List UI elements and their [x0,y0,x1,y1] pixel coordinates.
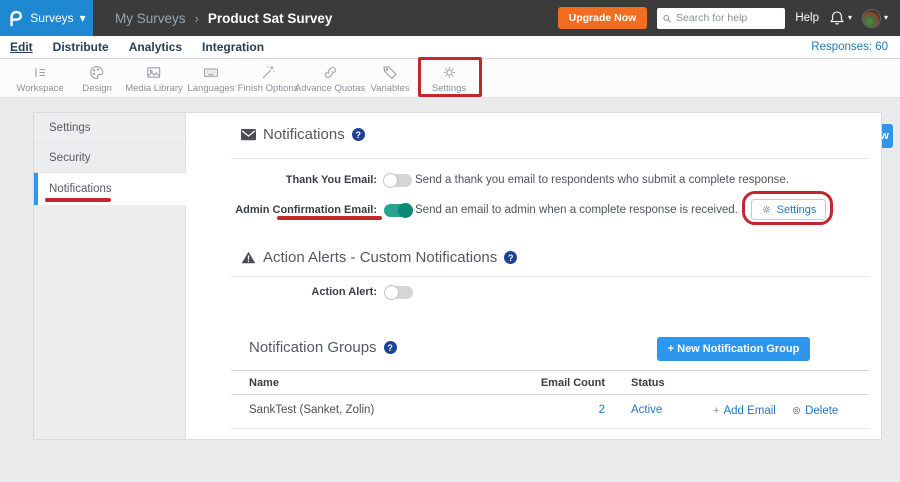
breadcrumb: My Surveys › Product Sat Survey [115,11,332,26]
group-status-link[interactable]: Active [631,404,662,416]
divider [231,158,869,159]
gear-icon [761,204,772,215]
help-question-icon[interactable]: ? [504,251,517,264]
help-question-icon[interactable]: ? [384,341,397,354]
envelope-icon [241,129,256,141]
group-row-actions: + Add Email ⊗ Delete [713,404,838,417]
workspace-icon [32,64,49,81]
circle-x-icon: ⊗ [792,404,801,417]
tab-distribute[interactable]: Distribute [53,40,109,54]
tab-integration[interactable]: Integration [202,40,264,54]
table-top-border [231,370,869,371]
thank-you-email-description: Send a thank you email to respondents wh… [415,174,789,186]
tab-analytics[interactable]: Analytics [129,40,182,54]
tab-edit[interactable]: Edit [10,40,33,54]
delete-link[interactable]: Delete [805,405,838,417]
group-name-cell: SankTest (Sanket, Zolin) [249,404,374,416]
warning-triangle-icon [241,251,256,264]
group-email-count-link[interactable]: 2 [526,404,605,416]
admin-email-settings-label: Settings [777,204,817,216]
column-header-name: Name [249,377,279,389]
responses-count[interactable]: Responses: 60 [811,41,900,53]
notification-groups-section-header: Notification Groups ? [249,339,397,356]
toolbar-item-design[interactable]: Design [82,64,112,94]
toolbar-item-workspace[interactable]: Workspace [16,64,63,94]
notification-groups-section-title: Notification Groups [249,339,377,356]
help-search-input[interactable] [676,12,780,24]
admin-confirmation-email-toggle[interactable] [384,204,412,217]
advance-quotas-icon [322,64,339,81]
notifications-bell-button[interactable]: ▾ [829,10,852,26]
topbar-right: Upgrade Now Help ▾ ▾ [558,7,900,29]
action-alerts-section-title: Action Alerts - Custom Notifications [263,249,497,266]
topbar: Surveys ▾ My Surveys › Product Sat Surve… [0,0,900,36]
product-switcher-surveys[interactable]: Surveys ▾ [0,0,93,36]
upgrade-now-button[interactable]: Upgrade Now [558,7,648,29]
languages-icon [203,64,220,81]
search-icon [662,13,672,24]
action-alerts-section-header: Action Alerts - Custom Notifications ? [241,249,517,266]
design-icon [88,64,105,81]
toolbar-item-languages[interactable]: Languages [187,64,234,94]
help-question-icon[interactable]: ? [352,128,365,141]
media-library-icon [146,64,163,81]
settings-sidebar: Settings Security Notifications [34,113,186,439]
questionpro-logo-icon [7,10,24,27]
admin-email-settings-button[interactable]: Settings [751,199,826,220]
thank-you-email-toggle[interactable] [384,174,412,187]
toolbar-item-finish-options[interactable]: Finish Options [238,64,299,94]
questionpro-settings-page: Surveys ▾ My Surveys › Product Sat Surve… [0,0,900,482]
caret-down-icon: ▾ [80,12,86,24]
sidebar-item-notifications[interactable]: Notifications [34,173,187,205]
breadcrumb-my-surveys[interactable]: My Surveys [115,11,186,26]
sidebar-item-security[interactable]: Security [34,143,186,173]
admin-confirmation-email-label: Admin Confirmation Email: [194,204,377,216]
avatar [862,9,881,28]
toggle-knob [384,285,399,300]
bell-icon [829,10,845,26]
admin-confirmation-email-description: Send an email to admin when a complete r… [415,204,738,216]
breadcrumb-separator-icon: › [195,11,199,26]
help-search [657,8,785,29]
column-header-status: Status [631,377,665,389]
survey-nav: Edit Distribute Analytics Integration Re… [0,36,900,59]
settings-card: Settings Security Notifications Notifica… [33,112,882,440]
edit-toolbar: Workspace Design Media Library Languages… [0,59,900,98]
notifications-section-header: Notifications ? [241,126,365,143]
toolbar-item-media-library[interactable]: Media Library [125,64,183,94]
caret-down-icon: ▾ [884,14,888,22]
column-header-email-count: Email Count [526,377,605,389]
account-menu-button[interactable]: ▾ [862,9,888,28]
toolbar-item-advance-quotas[interactable]: Advance Quotas [295,64,365,94]
toggle-knob [398,203,413,218]
table-header-divider [231,394,869,395]
product-switcher-label: Surveys [30,11,73,25]
table-bottom-border [231,428,869,429]
notifications-section-title: Notifications [263,126,345,143]
toolbar-item-variables[interactable]: Variables [371,64,410,94]
variables-icon [382,64,399,81]
caret-down-icon: ▾ [848,14,852,22]
divider [231,276,869,277]
new-notification-group-button[interactable]: + New Notification Group [657,337,810,361]
plus-icon: + [713,405,719,417]
breadcrumb-current-survey: Product Sat Survey [208,11,333,26]
action-alert-toggle[interactable] [385,286,413,299]
toggle-knob [383,173,398,188]
action-alert-label: Action Alert: [194,286,377,298]
help-link[interactable]: Help [795,12,819,24]
thank-you-email-label: Thank You Email: [194,174,377,186]
add-email-link[interactable]: Add Email [723,405,775,417]
settings-gear-icon [440,64,457,81]
toolbar-item-settings[interactable]: Settings [432,64,466,94]
finish-options-icon [259,64,276,81]
sidebar-item-settings[interactable]: Settings [34,113,186,143]
